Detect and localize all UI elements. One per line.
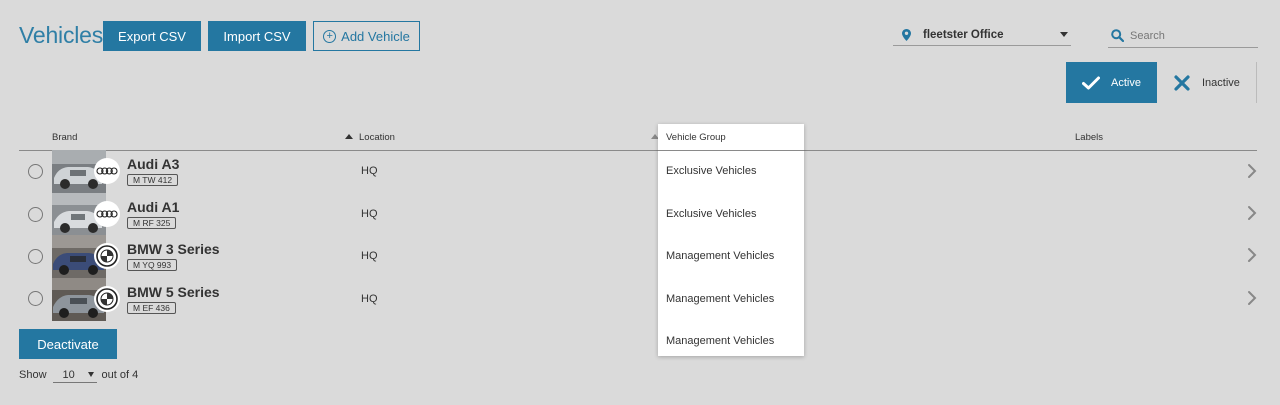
active-filter-toggle[interactable]: Active xyxy=(1066,62,1157,103)
total-count: out of 4 xyxy=(101,369,139,381)
import-csv-button[interactable]: Import CSV xyxy=(208,21,306,51)
pagination-footer: Show 10 out of 4 xyxy=(19,367,138,383)
license-plate: M EF 436 xyxy=(127,302,176,314)
add-vehicle-label: Add Vehicle xyxy=(341,28,410,44)
column-header-location[interactable]: Location xyxy=(345,132,395,143)
license-plate: M YQ 993 xyxy=(127,259,178,271)
checkmark-icon xyxy=(1082,76,1100,90)
vehicle-group-dropdown[interactable]: Vehicle Group Exclusive Vehicles Exclusi… xyxy=(658,124,804,356)
row-select-radio[interactable] xyxy=(28,249,43,264)
table-row[interactable]: Audi A3 M TW 412 HQ xyxy=(0,150,1280,193)
vehicle-location: HQ xyxy=(361,208,378,220)
vehicle-model: BMW 3 Series xyxy=(127,241,220,257)
page-size-value: 10 xyxy=(62,368,75,381)
vehicle-model: BMW 5 Series xyxy=(127,284,220,300)
dropdown-divider xyxy=(658,150,804,151)
chevron-down-icon xyxy=(87,372,94,377)
chevron-right-icon[interactable] xyxy=(1247,247,1257,263)
chevron-down-icon xyxy=(1060,32,1068,37)
column-header-labels[interactable]: Labels xyxy=(1075,132,1103,143)
location-value: fleetster Office xyxy=(923,28,1004,41)
search-input[interactable] xyxy=(1130,29,1250,42)
dropdown-item[interactable]: Exclusive Vehicles xyxy=(666,165,757,177)
vehicle-location: HQ xyxy=(361,250,378,262)
table-row[interactable]: BMW 5 Series M EF 436 HQ xyxy=(0,278,1280,321)
export-csv-button[interactable]: Export CSV xyxy=(103,21,201,51)
page-title: Vehicles xyxy=(19,22,104,48)
table-row[interactable]: BMW 3 Series M YQ 993 HQ xyxy=(0,235,1280,278)
sort-ascending-icon xyxy=(345,134,353,139)
dropdown-item[interactable]: Management Vehicles xyxy=(666,293,774,305)
inactive-filter-label: Inactive xyxy=(1202,76,1240,89)
dropdown-item[interactable]: Exclusive Vehicles xyxy=(666,208,757,220)
inactive-filter-toggle[interactable]: Inactive xyxy=(1157,62,1257,103)
column-header-brand[interactable]: Brand xyxy=(52,132,77,143)
row-select-radio[interactable] xyxy=(28,291,43,306)
dropdown-item[interactable]: Management Vehicles xyxy=(666,335,774,347)
chevron-right-icon[interactable] xyxy=(1247,205,1257,221)
row-select-radio[interactable] xyxy=(28,164,43,179)
location-select[interactable]: fleetster Office xyxy=(893,24,1071,46)
row-select-radio[interactable] xyxy=(28,207,43,222)
audi-logo-icon xyxy=(94,201,120,227)
vehicle-location: HQ xyxy=(361,165,378,177)
audi-logo-icon xyxy=(94,158,120,184)
vehicle-location: HQ xyxy=(361,293,378,305)
vehicle-model: Audi A3 xyxy=(127,156,180,172)
license-plate: M TW 412 xyxy=(127,174,179,186)
show-label: Show xyxy=(19,369,47,381)
map-pin-icon xyxy=(899,28,913,41)
column-header-location-label: Location xyxy=(359,132,395,143)
search-icon xyxy=(1111,29,1124,42)
page-size-select[interactable]: 10 xyxy=(52,367,97,383)
add-vehicle-button[interactable]: + Add Vehicle xyxy=(313,21,420,51)
chevron-right-icon[interactable] xyxy=(1247,290,1257,306)
vehicle-model: Audi A1 xyxy=(127,199,180,215)
dropdown-title: Vehicle Group xyxy=(666,132,726,143)
deactivate-button[interactable]: Deactivate xyxy=(19,329,117,359)
table-row[interactable]: Audi A1 M RF 325 HQ xyxy=(0,193,1280,236)
active-filter-label: Active xyxy=(1111,76,1141,89)
license-plate: M RF 325 xyxy=(127,217,177,229)
bmw-logo-icon xyxy=(94,286,120,312)
chevron-right-icon[interactable] xyxy=(1247,163,1257,179)
plus-circle-icon: + xyxy=(323,29,337,43)
close-icon xyxy=(1174,74,1190,91)
bmw-logo-icon xyxy=(94,243,120,269)
dropdown-item[interactable]: Management Vehicles xyxy=(666,250,774,262)
search-field[interactable] xyxy=(1108,24,1258,48)
